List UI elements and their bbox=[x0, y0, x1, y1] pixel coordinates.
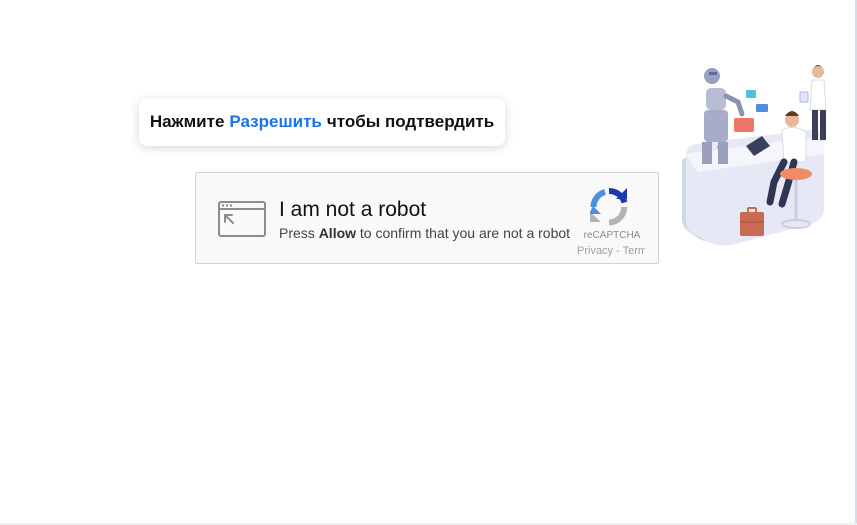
subtitle-allow: Allow bbox=[318, 225, 357, 241]
prompt-allow-word: Разрешить bbox=[229, 112, 322, 131]
robot-check-subtitle: Press Allow to confirm that you are not … bbox=[279, 225, 570, 241]
office-robot-illustration bbox=[682, 65, 827, 246]
browser-window-icon bbox=[218, 201, 266, 237]
allow-prompt-card: Нажмите Разрешить чтобы подтвердить bbox=[139, 98, 505, 146]
robot-check-box[interactable]: I am not a robot Press Allow to confirm … bbox=[195, 172, 659, 264]
robot-check-title: I am not a robot bbox=[279, 198, 427, 221]
recaptcha-brand-label: reCAPTCHA bbox=[583, 230, 641, 241]
prompt-text-after: чтобы подтвердить bbox=[326, 112, 495, 131]
recaptcha-logo-icon bbox=[590, 188, 628, 226]
prompt-text-before: Нажмите bbox=[149, 112, 225, 131]
privacy-terms-links[interactable]: Privacy - Terms bbox=[577, 245, 645, 257]
subtitle-suffix: to confirm that you are not a robot bbox=[359, 225, 571, 241]
subtitle-prefix: Press bbox=[279, 225, 315, 241]
page: Нажмите Разрешить чтобы подтвердить I am… bbox=[0, 0, 857, 525]
